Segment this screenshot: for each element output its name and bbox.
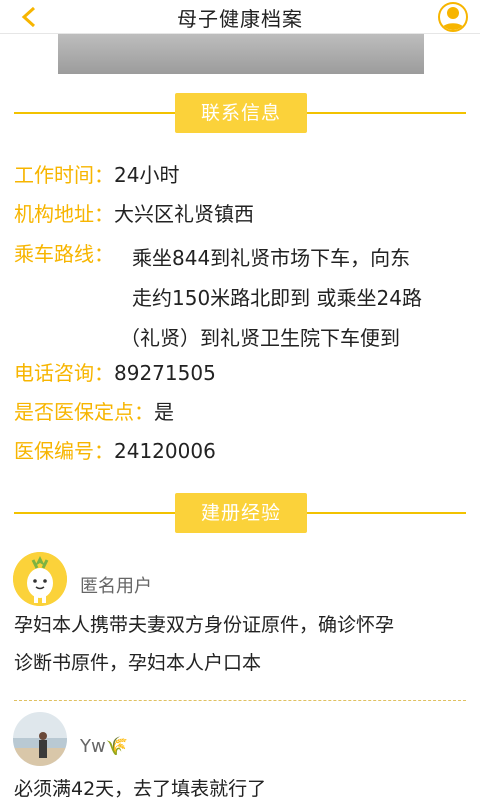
route-value: 乘坐844到礼贤市场下车，向东 走约150米路北即到 或乘坐24路 （礼贤）到礼… [120,238,472,358]
review-text: 孕妇本人携带夫妻双方身份证原件，确诊怀孕 诊断书原件，孕妇本人户口本 [14,606,474,682]
info-value: 大兴区礼贤镇西 [114,202,254,226]
info-value: 24小时 [114,163,180,187]
info-row-route-label: 乘车路线： [14,236,114,272]
section-title-contact: 联系信息 [175,93,307,133]
info-row-work-hours: 工作时间：24小时 [14,157,179,193]
info-value: 24120006 [114,439,216,463]
info-row-insurance: 是否医保定点：是 [14,394,174,430]
beach-photo-avatar-icon [13,712,67,766]
avatar [13,552,67,606]
info-row-insurance-no: 医保编号：24120006 [14,433,216,469]
section-title-experience: 建册经验 [175,493,307,533]
info-row-phone: 电话咨询：89271505 [14,355,216,391]
info-label: 医保编号： [14,439,114,463]
info-label: 工作时间： [14,163,114,187]
review-text: 必须满42天，去了填表就行了 [14,770,474,800]
route-line: （礼贤）到礼贤卫生院下车便到 [120,326,400,350]
avatar [13,712,67,766]
route-line: 乘坐844到礼贤市场下车，向东 [132,246,411,270]
user-button[interactable] [438,2,468,32]
reviewer-name: Yw🌾 [80,736,129,757]
user-icon [441,7,465,30]
info-value: 是 [154,400,174,424]
info-row-address: 机构地址：大兴区礼贤镇西 [14,196,254,232]
phone-number[interactable]: 89271505 [114,361,216,385]
info-label: 是否医保定点： [14,400,154,424]
review-item: Yw🌾 必须满42天，去了填表就行了 [0,712,480,800]
review-item: 匿名用户 孕妇本人携带夫妻双方身份证原件，确诊怀孕 诊断书原件，孕妇本人户口本 [0,548,480,698]
top-bar: 母子健康档案 [0,0,480,34]
route-line: 走约150米路北即到 或乘坐24路 [132,286,422,310]
review-divider [14,700,466,701]
info-label: 乘车路线： [14,242,114,266]
review-line: 诊断书原件，孕妇本人户口本 [14,652,262,674]
institution-photo [58,34,424,74]
info-label: 机构地址： [14,202,114,226]
page-title: 母子健康档案 [177,7,303,31]
pineapple-avatar-icon [13,552,67,606]
info-label: 电话咨询： [14,361,114,385]
review-line: 必须满42天，去了填表就行了 [14,778,267,800]
review-line: 孕妇本人携带夫妻双方身份证原件，确诊怀孕 [14,614,395,636]
reviewer-name: 匿名用户 [80,576,152,597]
